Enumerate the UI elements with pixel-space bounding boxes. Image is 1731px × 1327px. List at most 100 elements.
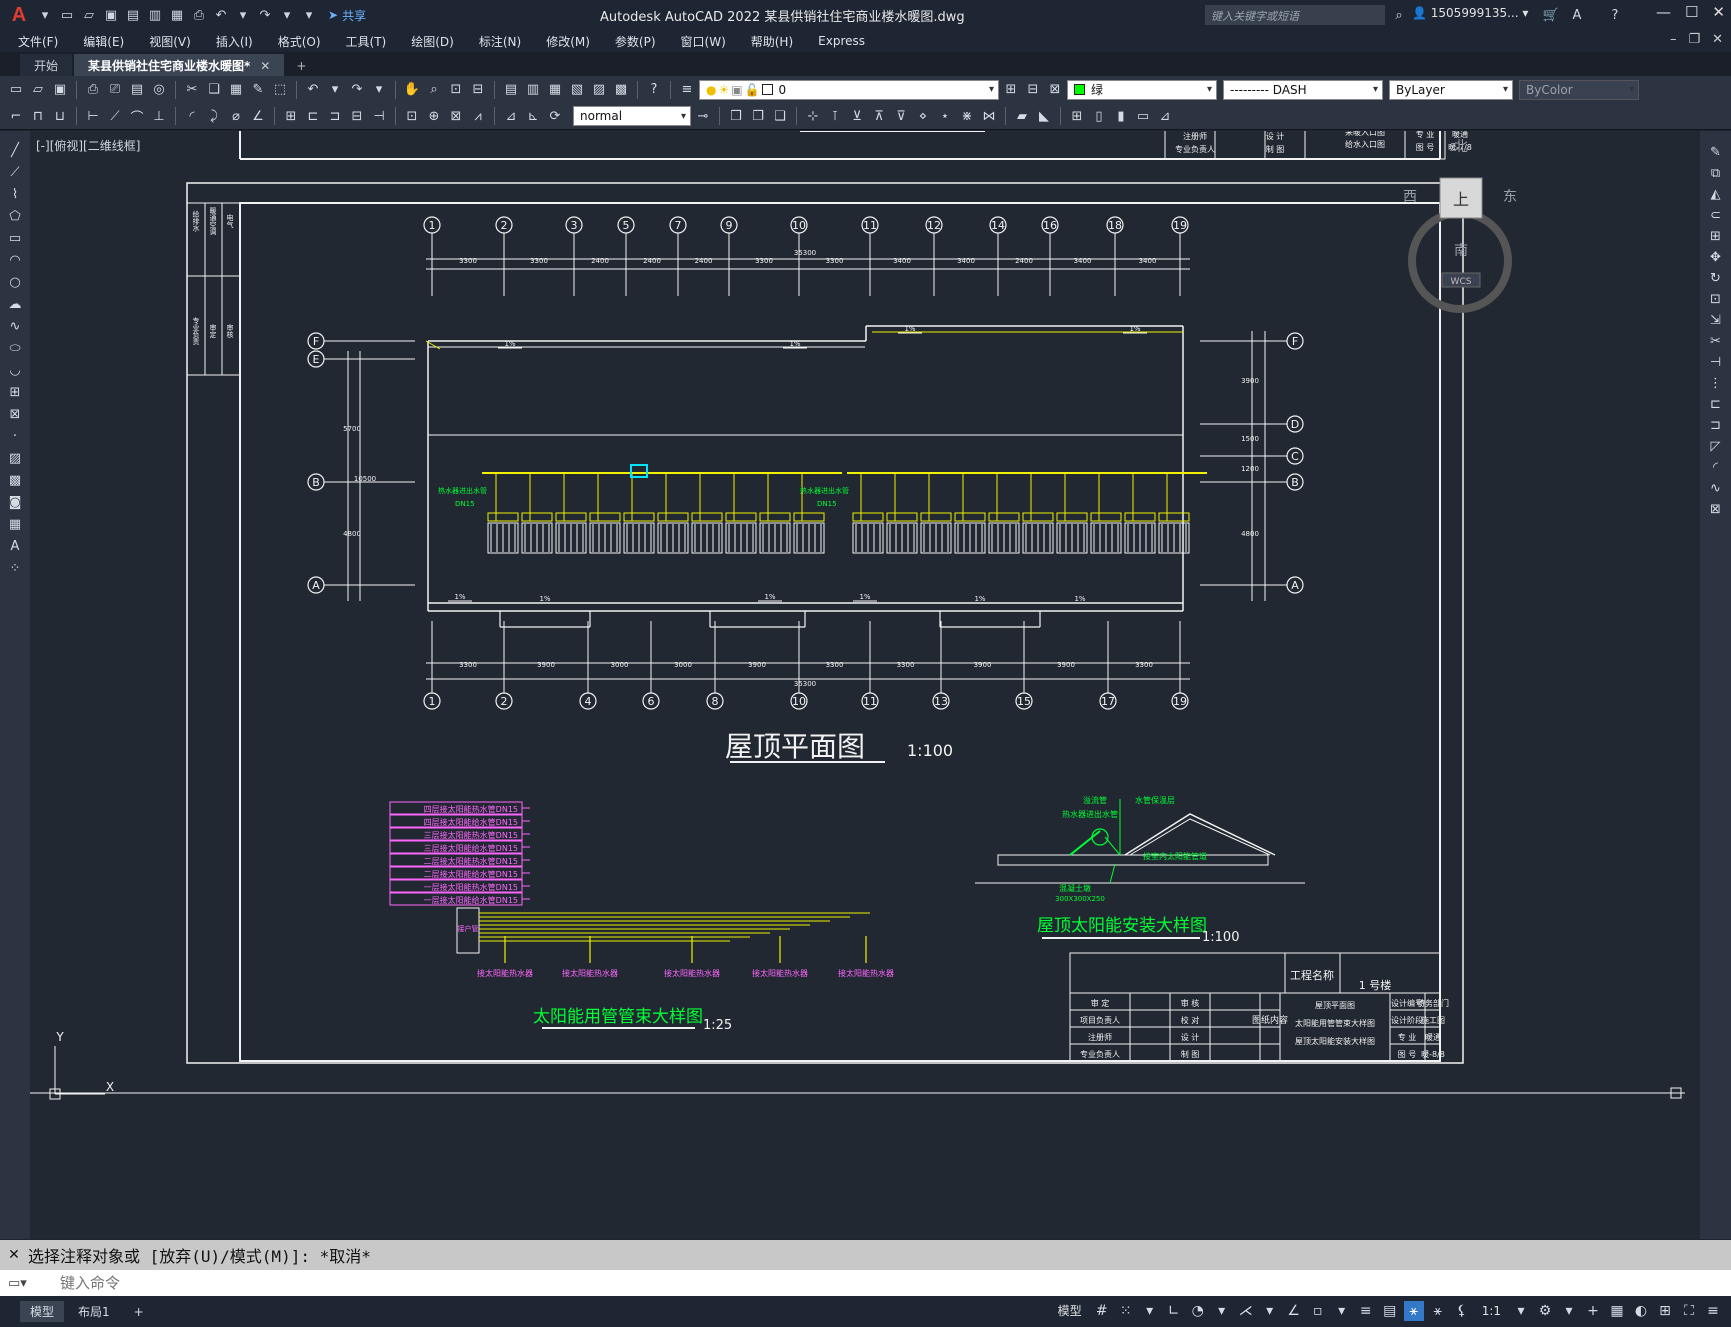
ucs-previous-icon[interactable]: ⊻ xyxy=(847,106,867,126)
table-icon[interactable]: ▦ xyxy=(4,515,26,534)
array-icon[interactable]: ⊞ xyxy=(1705,227,1727,246)
ucs-3point-icon[interactable]: ⋈ xyxy=(979,106,999,126)
view-front-icon[interactable]: ❒ xyxy=(726,106,746,126)
copy-object-icon[interactable]: ⧉ xyxy=(1705,164,1727,183)
paste-icon[interactable]: ▦ xyxy=(226,80,246,100)
snap-dropdown-icon[interactable]: ▾ xyxy=(1140,1301,1160,1321)
continue-icon[interactable]: ⊐ xyxy=(325,106,345,126)
cut-icon[interactable]: ✂ xyxy=(182,80,202,100)
save-web-icon[interactable]: ▦ xyxy=(166,4,188,26)
isodraft-icon[interactable]: ⋌ xyxy=(1236,1301,1256,1321)
user-account[interactable]: 👤 1505999135... ▾ xyxy=(1412,6,1528,20)
transparency-icon[interactable]: ▤ xyxy=(1380,1301,1400,1321)
erase-icon[interactable]: ✎ xyxy=(1705,143,1727,162)
color-select[interactable]: 绿 xyxy=(1067,79,1217,100)
layer-previous-icon[interactable]: ⊟ xyxy=(1023,80,1043,100)
new-tab-icon[interactable]: + xyxy=(286,56,316,76)
make-current-layer-icon[interactable]: ⊞ xyxy=(1001,80,1021,100)
save-as-icon[interactable]: ▤ xyxy=(122,4,144,26)
autodesk-app-icon[interactable]: A xyxy=(1566,4,1588,26)
menu-draw[interactable]: 绘图(D) xyxy=(411,33,454,50)
doc-restore-icon[interactable]: ❐ xyxy=(1688,32,1700,47)
construction-line-icon[interactable]: ⟋ xyxy=(4,163,26,182)
block-editor-icon[interactable]: ⬚ xyxy=(270,80,290,100)
hatch-icon[interactable]: ▨ xyxy=(4,449,26,468)
space-icon[interactable]: ⊟ xyxy=(347,106,367,126)
quick-dim-icon[interactable]: ⌐ xyxy=(6,106,26,126)
layer-state-icon[interactable]: ⊠ xyxy=(1045,80,1065,100)
diameter-icon[interactable]: ⌀ xyxy=(226,106,246,126)
arc-length-icon[interactable]: ⌒ xyxy=(127,106,147,126)
doc-close-icon[interactable]: ✕ xyxy=(1712,32,1723,47)
lineweight-icon[interactable]: ≡ xyxy=(1356,1301,1376,1321)
undo-dropdown-icon[interactable]: ▾ xyxy=(232,4,254,26)
insert-ole-icon[interactable]: ▭ xyxy=(1133,106,1153,126)
blend-icon[interactable]: ∿ xyxy=(1705,479,1727,498)
help-icon[interactable]: ? xyxy=(644,80,664,100)
center-mark-icon[interactable]: ⊕ xyxy=(424,106,444,126)
menu-view[interactable]: 视图(V) xyxy=(149,33,191,50)
osnap-icon[interactable]: ▫ xyxy=(1308,1301,1328,1321)
annotation-scale-icon[interactable]: ⚸ xyxy=(1452,1301,1472,1321)
fillet-icon[interactable]: ◜ xyxy=(1705,458,1727,477)
add-selected-icon[interactable]: ⁘ xyxy=(4,559,26,578)
scale-icon[interactable]: ⊡ xyxy=(1705,290,1727,309)
save-icon[interactable]: ▣ xyxy=(50,80,70,100)
rectangle-icon[interactable]: ▭ xyxy=(4,229,26,248)
menu-modify[interactable]: 修改(M) xyxy=(546,33,590,50)
tolerance-icon[interactable]: ⊡ xyxy=(402,106,422,126)
customize-qa-icon[interactable]: ▾ xyxy=(298,4,320,26)
tab-drawing[interactable]: 某县供销社住宅商业楼水暖图* ✕ xyxy=(74,54,285,76)
menu-file[interactable]: 文件(F) xyxy=(18,33,58,50)
cart-icon[interactable]: 🛒 xyxy=(1540,4,1562,26)
join-icon[interactable]: ⊐ xyxy=(1705,416,1727,435)
ucs-view-icon[interactable]: ⋄ xyxy=(913,106,933,126)
insert-block-icon[interactable]: ⊞ xyxy=(4,383,26,402)
search-icon[interactable]: ⌕ xyxy=(1388,4,1410,26)
polygon-icon[interactable]: ⬠ xyxy=(4,207,26,226)
solid-wedge-icon[interactable]: ◣ xyxy=(1034,106,1054,126)
layout-tab-model[interactable]: 模型 xyxy=(20,1301,65,1322)
command-prompt-icon[interactable]: ▭▾ xyxy=(0,1276,60,1291)
arc-icon[interactable]: ◠ xyxy=(4,251,26,270)
sheet-set-icon[interactable]: ▧ xyxy=(567,80,587,100)
insert-image-icon[interactable]: ▮ xyxy=(1111,106,1131,126)
offset-icon[interactable]: ⊂ xyxy=(1705,206,1727,225)
auto-scale-icon[interactable]: ⚹ xyxy=(1428,1301,1448,1321)
scale-dropdown-icon[interactable]: ▾ xyxy=(1511,1301,1531,1321)
trim-icon[interactable]: ✂ xyxy=(1705,332,1727,351)
tab-close-icon[interactable]: ✕ xyxy=(260,59,270,73)
ucs-object-icon[interactable]: ⊽ xyxy=(891,106,911,126)
dim-edit-icon[interactable]: ⊿ xyxy=(501,106,521,126)
publish-icon[interactable]: ▤ xyxy=(127,80,147,100)
undo-icon[interactable]: ↶ xyxy=(303,80,323,100)
layout-tab-1[interactable]: 布局1 xyxy=(68,1301,120,1322)
chamfer-icon[interactable]: ◸ xyxy=(1705,437,1727,456)
units-icon[interactable]: ▦ xyxy=(1607,1301,1627,1321)
pan-icon[interactable]: ✋ xyxy=(402,80,422,100)
new-file-icon[interactable]: ▭ xyxy=(56,4,78,26)
maximize-icon[interactable]: ☐ xyxy=(1685,3,1698,21)
grid-icon[interactable]: # xyxy=(1092,1301,1112,1321)
rotate-icon[interactable]: ↻ xyxy=(1705,269,1727,288)
ucs-zaxis-icon[interactable]: ⋇ xyxy=(957,106,977,126)
menu-insert[interactable]: 插入(I) xyxy=(216,33,253,50)
clean-screen-icon[interactable]: ⛶ xyxy=(1679,1301,1699,1321)
undo-icon[interactable]: ↶ xyxy=(210,4,232,26)
plot-preview-icon[interactable]: ⎚ xyxy=(105,80,125,100)
text-style-select[interactable]: normal xyxy=(573,106,691,126)
menu-tools[interactable]: 工具(T) xyxy=(346,33,387,50)
angular-icon[interactable]: ∠ xyxy=(248,106,268,126)
break-point-icon[interactable]: ⋮ xyxy=(1705,374,1727,393)
ellipse-arc-icon[interactable]: ◡ xyxy=(4,361,26,380)
copy-icon[interactable]: ❏ xyxy=(204,80,224,100)
match-prop-icon[interactable]: ✎ xyxy=(248,80,268,100)
mirror-icon[interactable]: ◭ xyxy=(1705,185,1727,204)
plot-icon[interactable]: ⎙ xyxy=(83,80,103,100)
insert-attach-icon[interactable]: ▯ xyxy=(1089,106,1109,126)
jogged-linear-icon[interactable]: ⩘ xyxy=(468,106,488,126)
move-icon[interactable]: ✥ xyxy=(1705,248,1727,267)
lineweight-select[interactable]: ByLayer xyxy=(1389,79,1513,100)
polar-icon[interactable]: ◔ xyxy=(1188,1301,1208,1321)
save-icon[interactable]: ▣ xyxy=(100,4,122,26)
